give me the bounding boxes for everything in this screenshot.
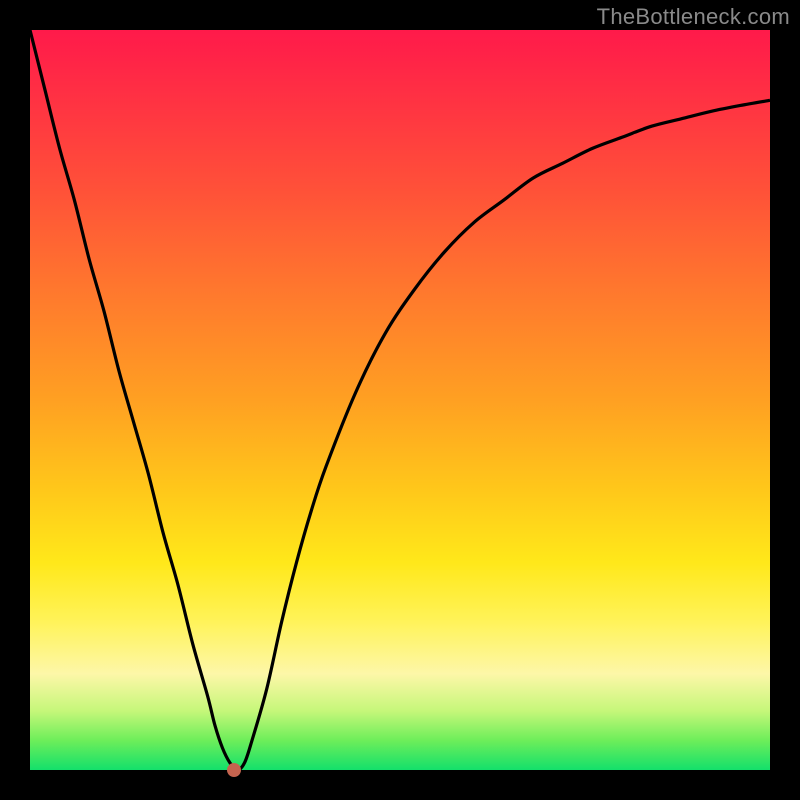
watermark-text: TheBottleneck.com [597, 4, 790, 30]
bottleneck-curve [30, 30, 770, 770]
plot-area [30, 30, 770, 770]
minimum-marker [227, 763, 241, 777]
curve-path [30, 30, 770, 770]
chart-frame: TheBottleneck.com [0, 0, 800, 800]
